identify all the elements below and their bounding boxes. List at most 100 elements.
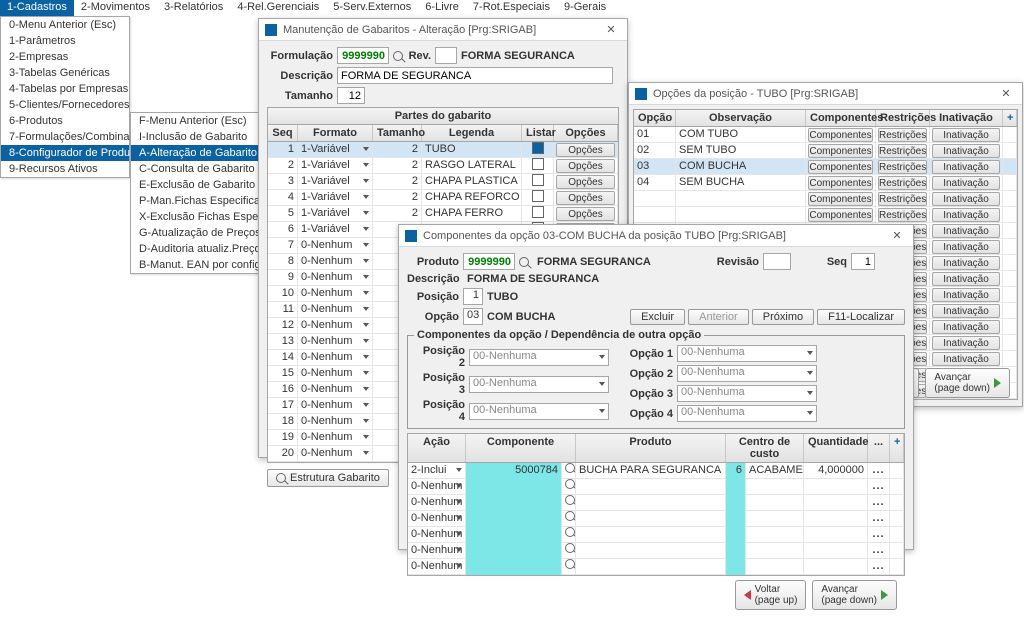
submenu-item[interactable]: A-Alteração de Gabarito bbox=[131, 145, 259, 161]
sel-op3[interactable]: 00-Nenhuma bbox=[677, 385, 817, 402]
topmenu-item[interactable]: 4-Rel.Gerenciais bbox=[230, 0, 326, 16]
componentes-button[interactable]: Componentes bbox=[808, 176, 873, 190]
sel-pos3[interactable]: 00-Nenhuma bbox=[469, 376, 609, 393]
menu-item[interactable]: 2-Empresas bbox=[1, 49, 129, 65]
table-row[interactable]: 2-Inclui5000784BUCHA PARA SEGURANCA6ACAB… bbox=[408, 463, 904, 479]
componentes-button[interactable]: Componentes bbox=[808, 128, 873, 142]
inp3-produto[interactable] bbox=[463, 253, 515, 270]
topmenu-item[interactable]: 1-Cadastros bbox=[0, 0, 74, 16]
sel-op4[interactable]: 00-Nenhuma bbox=[677, 405, 817, 422]
w2-avancar[interactable]: Avançar(page down) bbox=[925, 368, 1010, 398]
menu-item[interactable]: 1-Parâmetros bbox=[1, 33, 129, 49]
table-row[interactable]: 01COM TUBOComponentesRestriçõesInativaçã… bbox=[634, 127, 1017, 143]
ellipsis-icon[interactable]: ... bbox=[872, 544, 884, 556]
sel-op2[interactable]: 00-Nenhuma bbox=[677, 365, 817, 382]
btn-estrutura-gabarito[interactable]: Estrutura Gabarito bbox=[267, 469, 389, 487]
sel-pos4[interactable]: 00-Nenhuma bbox=[469, 403, 609, 420]
table-row[interactable]: 11-Variável2TUBOOpções bbox=[268, 142, 618, 158]
restricoes-button[interactable]: Restrições bbox=[878, 208, 927, 222]
menu-item[interactable]: 3-Tabelas Genéricas bbox=[1, 65, 129, 81]
inativacao-button[interactable]: Inativação bbox=[932, 256, 1000, 270]
submenu-item[interactable]: I-Inclusão de Gabarito bbox=[131, 129, 259, 145]
menu-item[interactable]: 6-Produtos bbox=[1, 113, 129, 129]
topmenu-item[interactable]: 7-Rot.Especiais bbox=[466, 0, 557, 16]
table-row[interactable]: 0-Nenhum... bbox=[408, 559, 904, 575]
inp-tamanho[interactable] bbox=[337, 87, 365, 104]
opcoes-button[interactable]: Opções bbox=[556, 159, 615, 173]
inp-formulacao[interactable] bbox=[337, 47, 389, 64]
menu-item[interactable]: 5-Clientes/Fornecedores bbox=[1, 97, 129, 113]
checkbox[interactable] bbox=[532, 174, 544, 186]
restricoes-button[interactable]: Restrições bbox=[878, 176, 927, 190]
inativacao-button[interactable]: Inativação bbox=[932, 160, 1000, 174]
inativacao-button[interactable]: Inativação bbox=[932, 224, 1000, 238]
submenu-item[interactable]: X-Exclusão Fichas Especif. bbox=[131, 209, 259, 225]
inativacao-button[interactable]: Inativação bbox=[932, 144, 1000, 158]
inp-rev[interactable] bbox=[435, 47, 457, 64]
submenu-item[interactable]: F-Menu Anterior (Esc) bbox=[131, 113, 259, 129]
menu-item[interactable]: 4-Tabelas por Empresas bbox=[1, 81, 129, 97]
ellipsis-icon[interactable]: ... bbox=[872, 560, 884, 572]
table-row[interactable]: ComponentesRestriçõesInativação bbox=[634, 191, 1017, 207]
win3-close[interactable]: ✕ bbox=[887, 229, 907, 242]
inp-descricao[interactable] bbox=[337, 67, 613, 84]
restricoes-button[interactable]: Restrições bbox=[878, 144, 927, 158]
menu-item[interactable]: 0-Menu Anterior (Esc) bbox=[1, 17, 129, 33]
topmenu-item[interactable]: 3-Relatórios bbox=[157, 0, 230, 16]
inativacao-button[interactable]: Inativação bbox=[932, 304, 1000, 318]
topmenu-item[interactable]: 6-Livre bbox=[418, 0, 466, 16]
ellipsis-icon[interactable]: ... bbox=[872, 528, 884, 540]
inativacao-button[interactable]: Inativação bbox=[932, 208, 1000, 222]
sel-pos2[interactable]: 00-Nenhuma bbox=[469, 349, 609, 366]
inp3-revisao[interactable] bbox=[763, 253, 791, 270]
checkbox[interactable] bbox=[532, 142, 544, 154]
table-row[interactable]: 31-Variável2CHAPA PLASTICAOpções bbox=[268, 174, 618, 190]
submenu-item[interactable]: C-Consulta de Gabarito bbox=[131, 161, 259, 177]
search-icon[interactable] bbox=[565, 495, 575, 505]
submenu-item[interactable]: E-Exclusão de Gabarito bbox=[131, 177, 259, 193]
restricoes-button[interactable]: Restrições bbox=[878, 128, 927, 142]
btn-proximo[interactable]: Próximo bbox=[752, 309, 814, 325]
table-row[interactable]: 41-Variável2CHAPA REFORCOOpções bbox=[268, 190, 618, 206]
inativacao-button[interactable]: Inativação bbox=[932, 192, 1000, 206]
search-icon[interactable] bbox=[565, 559, 575, 569]
componentes-button[interactable]: Componentes bbox=[808, 208, 873, 222]
componentes-button[interactable]: Componentes bbox=[808, 160, 873, 174]
inativacao-button[interactable]: Inativação bbox=[932, 240, 1000, 254]
sel-op1[interactable]: 00-Nenhuma bbox=[677, 345, 817, 362]
topmenu-item[interactable]: 2-Movimentos bbox=[74, 0, 157, 16]
restricoes-button[interactable]: Restrições bbox=[878, 192, 927, 206]
search-icon[interactable] bbox=[565, 511, 575, 521]
checkbox[interactable] bbox=[532, 158, 544, 170]
ellipsis-icon[interactable]: ... bbox=[872, 464, 884, 476]
search-icon[interactable] bbox=[565, 479, 575, 489]
opcoes-button[interactable]: Opções bbox=[556, 207, 615, 221]
submenu-item[interactable]: G-Atualização de Preços bbox=[131, 225, 259, 241]
opcoes-button[interactable]: Opções bbox=[556, 143, 615, 157]
inativacao-button[interactable]: Inativação bbox=[932, 320, 1000, 334]
opcoes-button[interactable]: Opções bbox=[556, 191, 615, 205]
inativacao-button[interactable]: Inativação bbox=[932, 176, 1000, 190]
btn-localizar[interactable]: F11-Localizar bbox=[817, 309, 905, 325]
submenu-item[interactable]: P-Man.Fichas Especificação bbox=[131, 193, 259, 209]
opcoes-button[interactable]: Opções bbox=[556, 175, 615, 189]
table-row[interactable]: 21-Variável2RASGO LATERALOpções bbox=[268, 158, 618, 174]
inativacao-button[interactable]: Inativação bbox=[932, 272, 1000, 286]
table-row[interactable]: 02SEM TUBOComponentesRestriçõesInativaçã… bbox=[634, 143, 1017, 159]
ellipsis-icon[interactable]: ... bbox=[872, 480, 884, 492]
add-row-icon[interactable]: + bbox=[1003, 110, 1017, 126]
w3-avancar[interactable]: Avançar(page down) bbox=[812, 580, 897, 610]
table-row[interactable]: 0-Nenhum... bbox=[408, 479, 904, 495]
checkbox[interactable] bbox=[532, 206, 544, 218]
ellipsis-icon[interactable]: ... bbox=[872, 512, 884, 524]
table-row[interactable]: 03COM BUCHAComponentesRestriçõesInativaç… bbox=[634, 159, 1017, 175]
search-icon[interactable] bbox=[519, 257, 529, 267]
menu-item[interactable]: 9-Recursos Ativos bbox=[1, 161, 129, 177]
win2-close[interactable]: ✕ bbox=[996, 87, 1016, 100]
menu-item[interactable]: 8-Configurador de Produto bbox=[1, 145, 129, 161]
win1-close[interactable]: ✕ bbox=[601, 23, 621, 36]
table-row[interactable]: Componentes Restrições Inativação bbox=[634, 207, 1017, 223]
checkbox[interactable] bbox=[532, 190, 544, 202]
ellipsis-icon[interactable]: ... bbox=[872, 496, 884, 508]
inativacao-button[interactable]: Inativação bbox=[932, 288, 1000, 302]
